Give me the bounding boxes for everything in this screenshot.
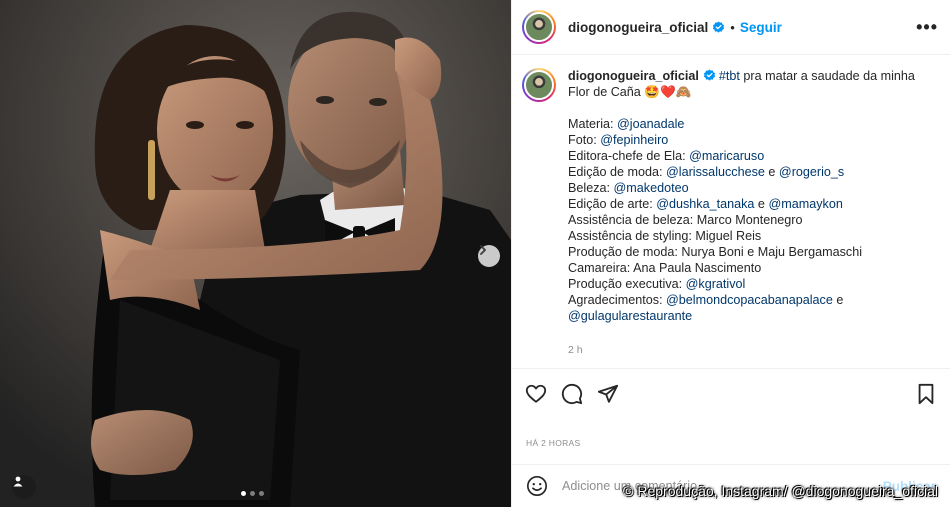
post-details-panel: diogonogueira_oficial • Seguir ••• diogo… [511, 0, 950, 507]
caption-hashtag[interactable]: #tbt [719, 69, 740, 83]
credit-label: Beleza: [568, 181, 614, 195]
credit-label: Editora-chefe de Ela: [568, 149, 690, 163]
credit-line: Foto: @fepinheiro [568, 132, 928, 148]
credit-label: Agradecimentos: [568, 293, 667, 307]
follow-button[interactable]: Seguir [740, 20, 782, 35]
mention-link[interactable]: @belmondcopacabanapalace [666, 293, 833, 307]
save-button[interactable] [914, 382, 938, 406]
caption-text: diogonogueira_oficial #tbt pra matar a s… [568, 68, 928, 358]
carousel-dot [250, 491, 255, 496]
credit-line: Edição de moda: @larissalucchese e @roge… [568, 164, 928, 180]
verified-badge-icon [713, 20, 725, 33]
like-button[interactable] [524, 382, 548, 406]
credit-line: Assistência de beleza: Marco Montenegro [568, 213, 803, 227]
tagged-users-button[interactable] [12, 475, 36, 499]
credit-line: Edição de arte: @dushka_tanaka e @mamayk… [568, 196, 928, 212]
credit-joiner: e [764, 165, 779, 179]
credit-joiner: e [832, 293, 844, 307]
carousel-indicator [241, 491, 264, 496]
credits-list: Materia: @joanadale Foto: @fepinheiro Ed… [568, 116, 928, 324]
post-photo[interactable] [0, 0, 511, 507]
couple-photo-illustration [0, 0, 511, 507]
mention-link[interactable]: @dushka_tanaka [656, 197, 754, 211]
avatar[interactable] [522, 10, 556, 44]
carousel-dot-active [241, 491, 246, 496]
header-separator: • [730, 19, 735, 35]
caption-time[interactable]: 2 h [568, 342, 928, 358]
chevron-right-icon [480, 245, 486, 255]
share-button[interactable] [596, 382, 620, 406]
credit-joiner: e [754, 197, 769, 211]
credit-label: Foto: [568, 133, 601, 147]
header-username[interactable]: diogonogueira_oficial [568, 20, 708, 35]
action-bar [512, 368, 950, 418]
caption-comment: diogonogueira_oficial #tbt pra matar a s… [522, 68, 938, 358]
credit-line: Editora-chefe de Ela: @maricaruso [568, 148, 928, 164]
mention-link[interactable]: @mamaykon [768, 197, 842, 211]
credit-line: Agradecimentos: @belmondcopacabanapalace… [568, 292, 928, 308]
comment-button[interactable] [560, 382, 584, 406]
mention-link[interactable]: @makedoteo [614, 181, 689, 195]
carousel-dot [259, 491, 264, 496]
more-options-icon[interactable]: ••• [916, 17, 938, 38]
heart-icon [525, 384, 547, 403]
bookmark-icon [918, 383, 934, 404]
caption-area: diogonogueira_oficial #tbt pra matar a s… [512, 56, 950, 368]
carousel-next-button[interactable] [478, 245, 500, 267]
caption-username[interactable]: diogonogueira_oficial [568, 69, 699, 83]
mention-link[interactable]: @fepinheiro [600, 133, 668, 147]
comment-icon [561, 383, 583, 404]
emoji-icon[interactable] [526, 475, 548, 497]
watermark-credit: © Reprodução, Instagram/ @diogonogueira_… [623, 483, 938, 499]
credit-line: Materia: @joanadale [568, 116, 928, 132]
post-header: diogonogueira_oficial • Seguir ••• [512, 0, 950, 55]
credit-line: @gulagularestaurante [568, 308, 928, 324]
avatar[interactable] [522, 68, 556, 102]
credit-line: Beleza: @makedoteo [568, 180, 928, 196]
mention-link[interactable]: @gulagularestaurante [568, 309, 692, 323]
verified-badge-icon [703, 69, 715, 81]
credit-line: Camareira: Ana Paula Nascimento [568, 261, 762, 275]
credit-line: Produção de moda: Nurya Boni e Maju Berg… [568, 245, 863, 259]
mention-link[interactable]: @joanadale [617, 117, 684, 131]
credit-label: Materia: [568, 117, 617, 131]
credit-label: Produção executiva: [568, 277, 686, 291]
user-icon [13, 476, 23, 487]
mention-link[interactable]: @kgrativol [686, 277, 746, 291]
credit-label: Edição de moda: [568, 165, 667, 179]
mention-link[interactable]: @maricaruso [689, 149, 764, 163]
post-timestamp[interactable]: HÁ 2 HORAS [526, 438, 581, 448]
mention-link[interactable]: @rogerio_s [779, 165, 844, 179]
mention-link[interactable]: @larissalucchese [666, 165, 765, 179]
credit-label: Edição de arte: [568, 197, 657, 211]
credit-line: Assistência de styling: Miguel Reis [568, 229, 762, 243]
credit-line: Produção executiva: @kgrativol [568, 276, 928, 292]
paper-plane-icon [597, 384, 619, 403]
